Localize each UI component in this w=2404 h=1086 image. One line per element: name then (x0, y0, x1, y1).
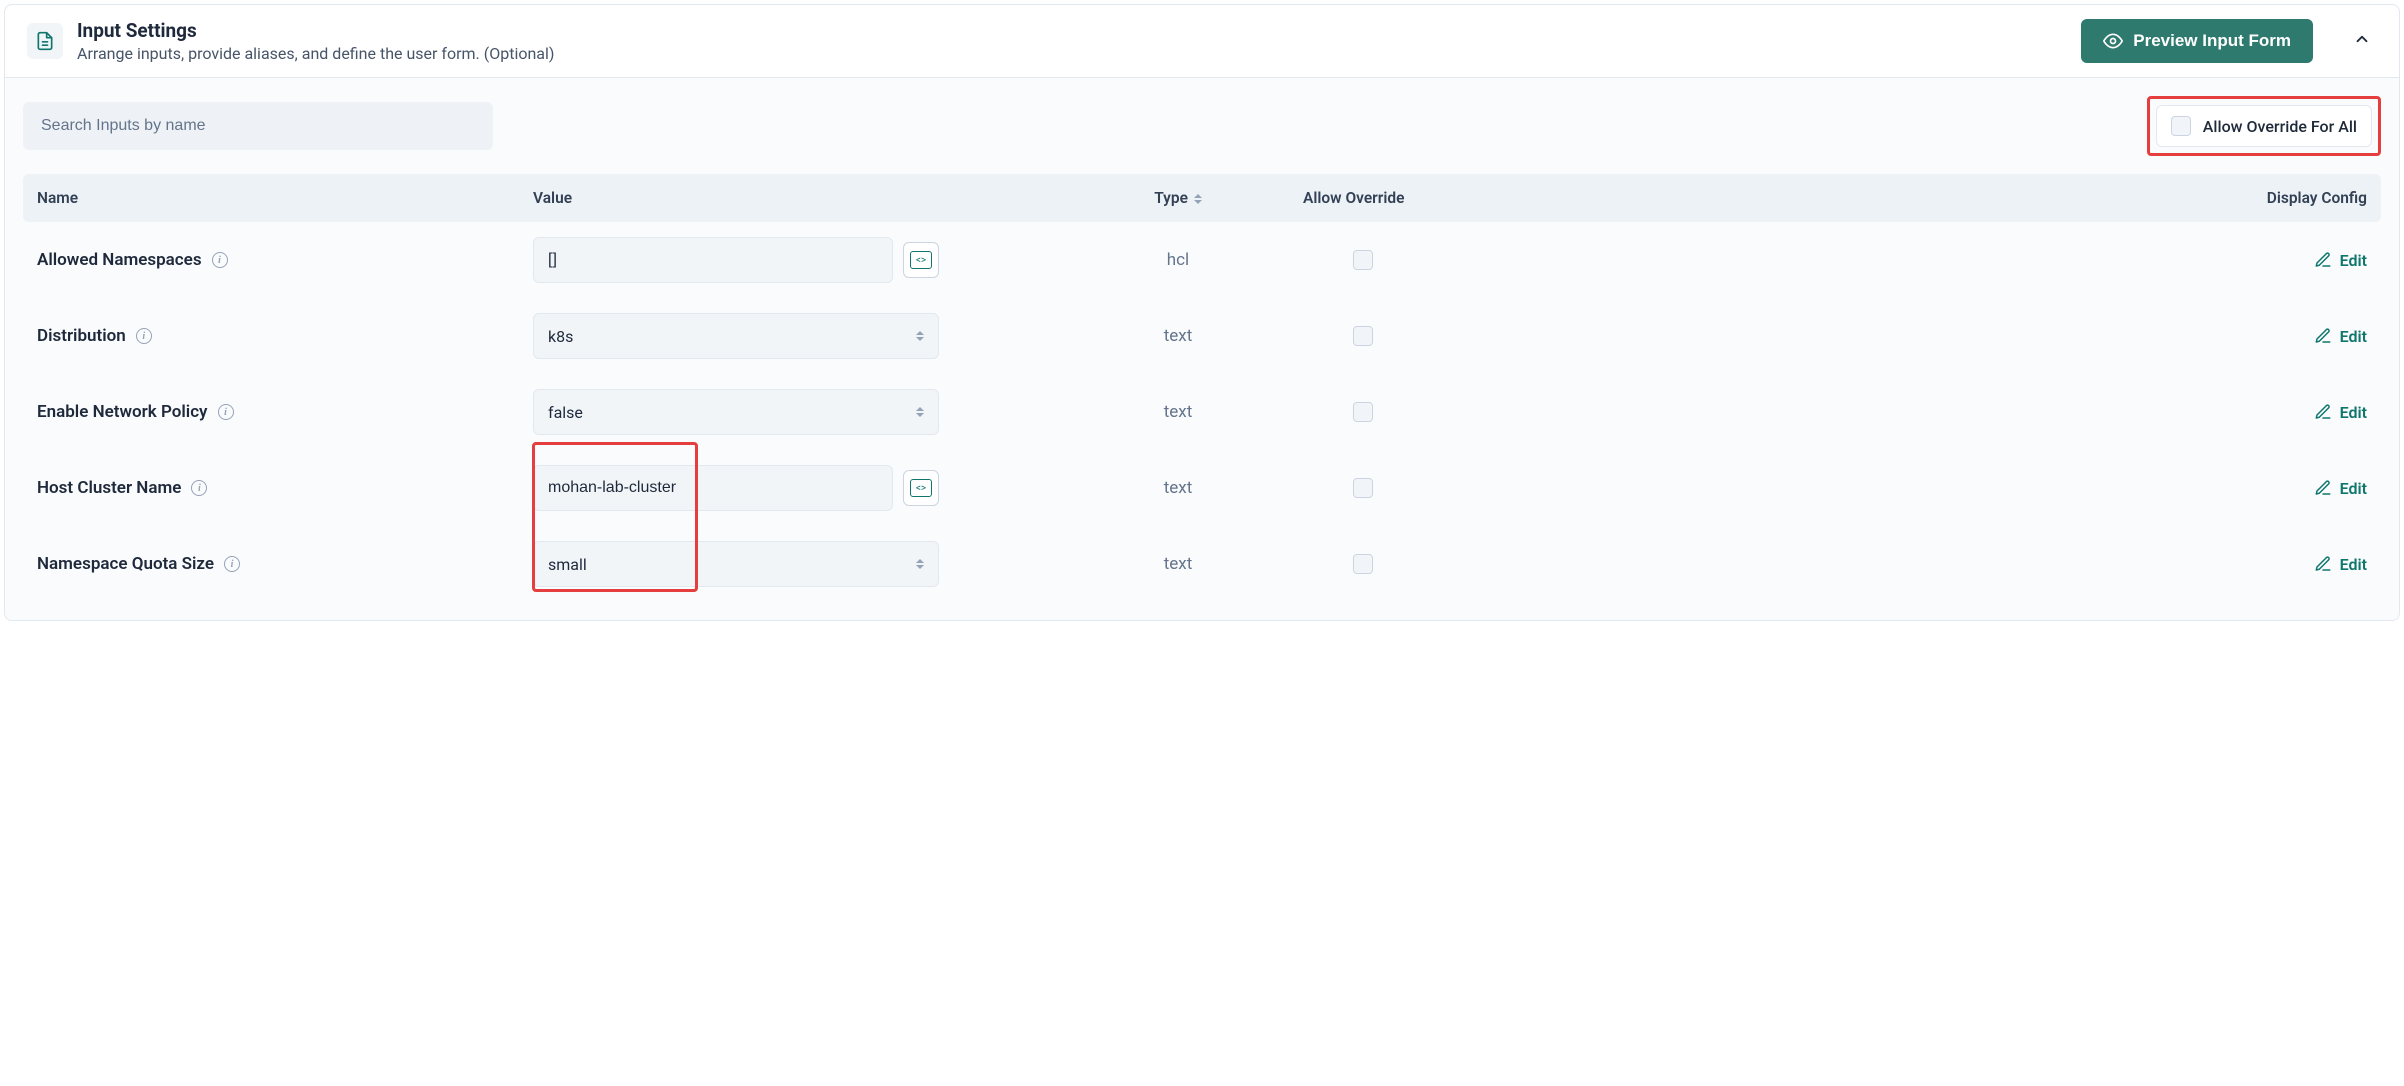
chevron-up-icon (2353, 30, 2371, 48)
value-dropdown[interactable]: k8s (533, 313, 939, 359)
sort-icon (1194, 194, 1202, 204)
preview-input-form-button[interactable]: Preview Input Form (2081, 19, 2313, 63)
search-input[interactable] (23, 102, 493, 150)
table-header: Name Value Type Allow Override Display C… (23, 174, 2381, 222)
table-row: Allowed Namespaces i <> hcl (23, 222, 2381, 298)
select-icon (916, 407, 924, 417)
table-row: Host Cluster Name i <> text (23, 450, 2381, 526)
document-icon (27, 23, 63, 59)
edit-button[interactable]: Edit (2314, 403, 2367, 422)
value-input[interactable] (533, 465, 893, 511)
edit-button[interactable]: Edit (2314, 327, 2367, 346)
info-icon[interactable]: i (191, 480, 207, 496)
value-dropdown[interactable]: false (533, 389, 939, 435)
panel-body: Allow Override For All Name Value Type A… (5, 77, 2399, 620)
inputs-table: Name Value Type Allow Override Display C… (23, 174, 2381, 602)
allow-override-checkbox[interactable] (1353, 478, 1373, 498)
eye-icon (2103, 31, 2123, 51)
row-name: Enable Network Policy (37, 402, 208, 422)
col-header-type[interactable]: Type (1053, 189, 1303, 207)
row-name: Namespace Quota Size (37, 554, 214, 574)
value-input[interactable] (533, 237, 893, 283)
pencil-icon (2314, 403, 2332, 421)
row-type: text (1164, 478, 1193, 498)
pencil-icon (2314, 479, 2332, 497)
col-header-override: Allow Override (1303, 189, 1423, 207)
info-icon[interactable]: i (224, 556, 240, 572)
code-toggle-button[interactable]: <> (903, 470, 939, 506)
allow-override-all-label: Allow Override For All (2203, 117, 2357, 136)
select-icon (916, 559, 924, 569)
code-icon: <> (910, 479, 932, 497)
edit-button[interactable]: Edit (2314, 479, 2367, 498)
row-name: Host Cluster Name (37, 478, 181, 498)
info-icon[interactable]: i (218, 404, 234, 420)
panel-header: Input Settings Arrange inputs, provide a… (5, 5, 2399, 77)
col-header-config: Display Config (1423, 189, 2371, 207)
pencil-icon (2314, 555, 2332, 573)
allow-override-all-highlight: Allow Override For All (2147, 96, 2381, 156)
edit-button[interactable]: Edit (2314, 251, 2367, 270)
info-icon[interactable]: i (212, 252, 228, 268)
collapse-toggle[interactable] (2353, 30, 2371, 52)
panel-subtitle: Arrange inputs, provide aliases, and def… (77, 44, 2067, 63)
allow-override-all-checkbox[interactable] (2171, 116, 2191, 136)
pencil-icon (2314, 327, 2332, 345)
row-type: text (1164, 554, 1193, 574)
row-name: Allowed Namespaces (37, 250, 202, 270)
select-icon (916, 331, 924, 341)
col-header-name: Name (33, 189, 533, 207)
allow-override-all-toggle[interactable]: Allow Override For All (2156, 105, 2372, 147)
preview-button-label: Preview Input Form (2133, 31, 2291, 51)
edit-button[interactable]: Edit (2314, 555, 2367, 574)
allow-override-checkbox[interactable] (1353, 402, 1373, 422)
code-icon: <> (910, 251, 932, 269)
row-type: text (1164, 326, 1193, 346)
row-name: Distribution (37, 326, 126, 346)
allow-override-checkbox[interactable] (1353, 554, 1373, 574)
table-row: Enable Network Policy i false text Edit (23, 374, 2381, 450)
allow-override-checkbox[interactable] (1353, 250, 1373, 270)
table-row: Namespace Quota Size i small text Edit (23, 526, 2381, 602)
col-header-value: Value (533, 189, 1053, 207)
panel-title: Input Settings (77, 19, 2067, 42)
row-type: hcl (1167, 250, 1189, 270)
table-row: Distribution i k8s text Edit (23, 298, 2381, 374)
info-icon[interactable]: i (136, 328, 152, 344)
input-settings-panel: Input Settings Arrange inputs, provide a… (4, 4, 2400, 621)
row-type: text (1164, 402, 1193, 422)
pencil-icon (2314, 251, 2332, 269)
code-toggle-button[interactable]: <> (903, 242, 939, 278)
allow-override-checkbox[interactable] (1353, 326, 1373, 346)
value-dropdown[interactable]: small (533, 541, 939, 587)
